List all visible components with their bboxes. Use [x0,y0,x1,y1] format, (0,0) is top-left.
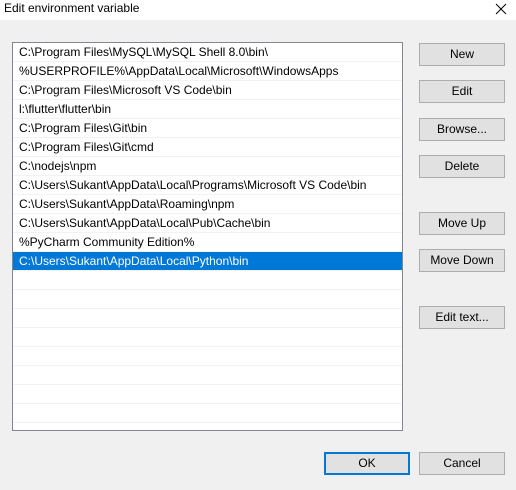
empty-list-row[interactable] [13,404,402,423]
empty-list-row[interactable] [13,309,402,328]
edit-environment-variable-dialog: Edit environment variable C:\Program Fil… [0,0,516,490]
empty-list-row[interactable] [13,328,402,347]
path-list-item[interactable]: l:\flutter\flutter\bin [13,100,402,119]
close-icon[interactable] [492,0,510,18]
ok-button[interactable]: OK [324,452,410,475]
path-list-item[interactable]: %USERPROFILE%\AppData\Local\Microsoft\Wi… [13,62,402,81]
path-list[interactable]: C:\Program Files\MySQL\MySQL Shell 8.0\b… [12,42,403,431]
path-list-item[interactable]: C:\Users\Sukant\AppData\Local\Programs\M… [13,176,402,195]
path-list-item[interactable]: C:\Program Files\Git\bin [13,119,402,138]
browse-button[interactable]: Browse... [419,118,505,141]
empty-list-row[interactable] [13,366,402,385]
edit-button[interactable]: Edit [419,80,505,103]
title-bar: Edit environment variable [0,0,516,20]
empty-list-row[interactable] [13,290,402,309]
empty-list-row[interactable] [13,347,402,366]
edit-text-button[interactable]: Edit text... [419,306,505,329]
new-button[interactable]: New [419,43,505,66]
cancel-button[interactable]: Cancel [419,452,505,475]
empty-list-row[interactable] [13,385,402,404]
delete-button[interactable]: Delete [419,155,505,178]
path-list-item[interactable]: C:\Program Files\MySQL\MySQL Shell 8.0\b… [13,43,402,62]
path-list-item[interactable]: %PyCharm Community Edition% [13,233,402,252]
empty-list-row[interactable] [13,271,402,290]
path-list-item[interactable]: C:\Program Files\Microsoft VS Code\bin [13,81,402,100]
window-title: Edit environment variable [4,1,140,15]
move-down-button[interactable]: Move Down [419,249,505,272]
path-list-item[interactable]: C:\nodejs\npm [13,157,402,176]
move-up-button[interactable]: Move Up [419,212,505,235]
path-list-item[interactable]: C:\Users\Sukant\AppData\Local\Python\bin [13,252,402,271]
path-list-item[interactable]: C:\Program Files\Git\cmd [13,138,402,157]
path-list-item[interactable]: C:\Users\Sukant\AppData\Local\Pub\Cache\… [13,214,402,233]
path-list-item[interactable]: C:\Users\Sukant\AppData\Roaming\npm [13,195,402,214]
